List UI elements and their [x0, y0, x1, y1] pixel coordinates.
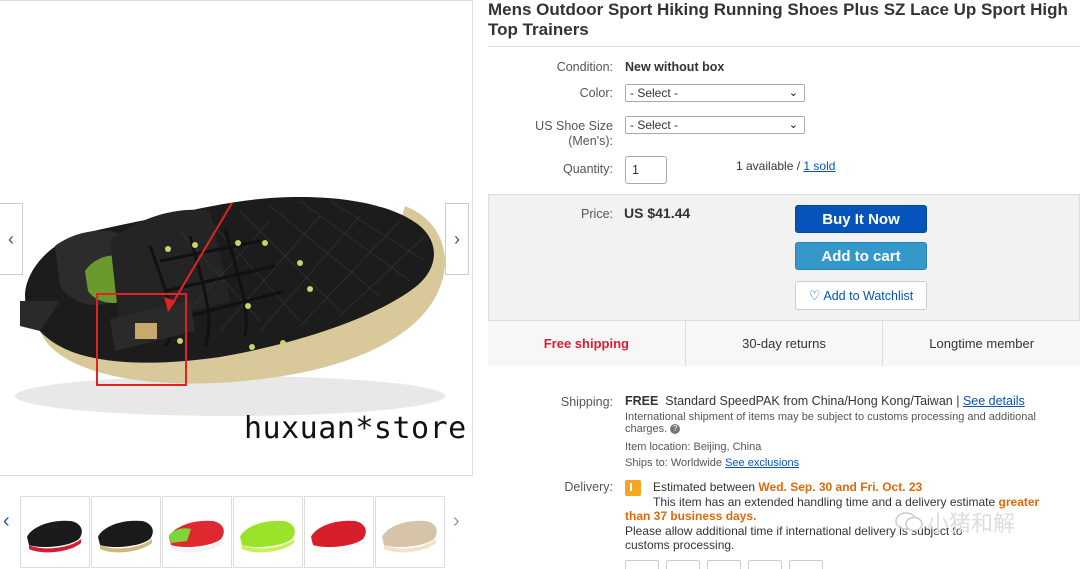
buy-it-now-button[interactable]: Buy It Now: [795, 205, 927, 233]
size-label-line2: (Men's):: [568, 134, 613, 148]
ships-to-text: Ships to: Worldwide: [625, 457, 726, 469]
payment-methods: [625, 560, 823, 569]
shipping-line: FREE Standard SpeedPAK from China/Hong K…: [625, 394, 1025, 408]
chevron-right-icon: ›: [454, 228, 460, 249]
color-label: Color:: [579, 86, 613, 100]
mastercard-icon: [707, 560, 741, 569]
flag-icon: [625, 480, 641, 496]
returns-badge: 30-day returns: [686, 321, 884, 366]
condition-label: Condition:: [556, 60, 613, 74]
thumbnail-prev-icon[interactable]: ‹: [3, 510, 10, 533]
shipping-note-line2: charges.: [625, 423, 668, 435]
listing-title: Mens Outdoor Sport Hiking Running Shoes …: [488, 0, 1068, 39]
quantity-label: Quantity:: [562, 162, 613, 176]
size-select-value: - Select -: [630, 118, 679, 132]
benefits-strip: Free shipping 30-day returns Longtime me…: [488, 320, 1080, 366]
free-shipping-badge: Free shipping: [488, 321, 686, 366]
chevron-left-icon: ‹: [8, 228, 14, 249]
color-select-value: - Select -: [630, 86, 679, 100]
store-watermark: huxuan*store: [244, 411, 467, 446]
title-divider: [488, 46, 1080, 47]
add-to-cart-button[interactable]: Add to cart: [795, 242, 927, 270]
add-to-watchlist-button[interactable]: ♡ Add to Watchlist: [795, 281, 927, 310]
help-icon[interactable]: ?: [670, 424, 681, 435]
availability: 1 available / 1 sold: [736, 159, 835, 173]
thumbnail-next-icon[interactable]: ›: [453, 510, 460, 533]
watchlist-label: Add to Watchlist: [823, 288, 914, 303]
shipping-label: Shipping:: [560, 395, 613, 409]
item-location: Item location: Beijing, China: [625, 441, 762, 453]
thumbnail-black-gold[interactable]: [91, 496, 161, 568]
member-badge: Longtime member: [929, 336, 1035, 351]
size-label-line1: US Shoe Size: [535, 119, 613, 133]
image-next-button[interactable]: ›: [445, 203, 469, 275]
discover-icon: [789, 560, 823, 569]
price-label: Price:: [581, 207, 613, 221]
overlay-watermark-text: 小猪和解: [927, 511, 1016, 536]
delivery-estimate: Estimated between Wed. Sep. 30 and Fri. …: [653, 480, 1078, 509]
see-details-link[interactable]: See details: [963, 394, 1025, 408]
shipping-free: FREE: [625, 394, 659, 408]
thumbnail-red[interactable]: [304, 496, 374, 568]
image-prev-button[interactable]: ‹: [0, 203, 23, 275]
chevron-down-icon: ⌄: [788, 87, 798, 99]
thumbnail-beige[interactable]: [375, 496, 445, 568]
delivery-prefix: Estimated between: [653, 480, 759, 494]
delivery-dates: Wed. Sep. 30 and Fri. Oct. 23: [758, 480, 923, 494]
thumbnail-neon-green[interactable]: [233, 496, 303, 568]
shoe-photo: [15, 197, 446, 416]
shipping-note: International shipment of items may be s…: [625, 411, 1065, 435]
thumbnail-green-red[interactable]: [162, 496, 232, 568]
shipping-method: Standard SpeedPAK from China/Hong Kong/T…: [665, 394, 963, 408]
quantity-input[interactable]: 1: [625, 156, 667, 184]
thumbnail-strip: ‹ ›: [0, 490, 473, 569]
heart-icon: ♡: [808, 287, 821, 303]
sold-link[interactable]: 1 sold: [803, 159, 835, 173]
thumbnail-black-red[interactable]: [20, 496, 90, 568]
main-product-image[interactable]: huxuan*store: [0, 0, 473, 476]
delivery-customs: customs processing.: [625, 538, 735, 552]
delivery-label: Delivery:: [564, 480, 613, 494]
amex-icon: [748, 560, 782, 569]
chevron-down-icon: ⌄: [788, 119, 798, 131]
size-select[interactable]: - Select - ⌄: [625, 116, 805, 134]
overlay-watermark: 小猪和解: [895, 506, 1015, 538]
condition-value: New without box: [625, 60, 725, 74]
see-exclusions-link[interactable]: See exclusions: [725, 457, 799, 469]
paypal-icon: [625, 560, 659, 569]
size-label: US Shoe Size (Men's):: [488, 119, 613, 149]
shipping-note-line1: International shipment of items may be s…: [625, 411, 1036, 423]
price-value: US $41.44: [624, 205, 691, 221]
wechat-icon: [895, 512, 923, 532]
ships-to: Ships to: Worldwide See exclusions: [625, 457, 799, 469]
visa-icon: [666, 560, 700, 569]
available-text: 1 available /: [736, 159, 804, 173]
color-select[interactable]: - Select - ⌄: [625, 84, 805, 102]
